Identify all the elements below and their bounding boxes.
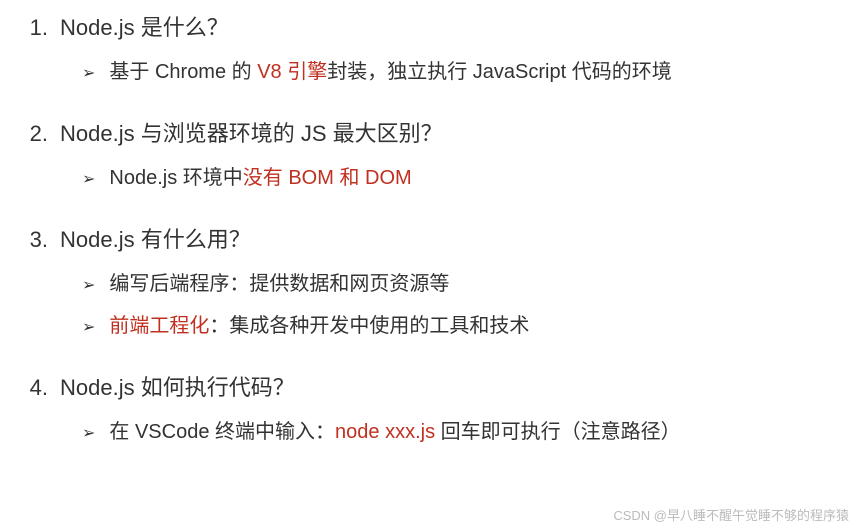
item-number: 2. — [20, 121, 60, 147]
sublist: ➢ 编写后端程序：提供数据和网页资源等 ➢ 前端工程化：集成各种开发中使用的工具和技术 — [82, 268, 841, 342]
sublist: ➢ Node.js 环境中没有 BOM 和 DOM — [82, 162, 841, 194]
sub-text: 基于 Chrome 的 V8 引擎封装，独立执行 JavaScript 代码的环… — [109, 56, 671, 88]
sub-item: ➢ 在 VSCode 终端中输入：node xxx.js 回车即可执行（注意路径） — [82, 416, 841, 448]
sub-item: ➢ 编写后端程序：提供数据和网页资源等 — [82, 268, 841, 300]
text-fragment: ：集成各种开发中使用的工具和技术 — [209, 315, 529, 337]
item-number: 4. — [20, 375, 60, 401]
list-item: 2.Node.js 与浏览器环境的 JS 最大区别？ — [20, 116, 841, 148]
list-item: 1.Node.js 是什么？ — [20, 10, 841, 42]
list-item: 3.Node.js 有什么用？ — [20, 222, 841, 254]
arrow-icon: ➢ — [82, 63, 95, 83]
item-title: Node.js 如何执行代码？ — [60, 370, 295, 402]
sub-item: ➢ 前端工程化：集成各种开发中使用的工具和技术 — [82, 310, 841, 342]
text-fragment: 基于 Chrome 的 — [109, 61, 257, 83]
sub-text: 编写后端程序：提供数据和网页资源等 — [109, 268, 449, 300]
sub-item: ➢ Node.js 环境中没有 BOM 和 DOM — [82, 162, 841, 194]
sublist: ➢ 在 VSCode 终端中输入：node xxx.js 回车即可执行（注意路径） — [82, 416, 841, 448]
item-title: Node.js 有什么用？ — [60, 222, 251, 254]
highlighted-text: 没有 BOM 和 DOM — [243, 167, 412, 189]
text-fragment: 编写后端程序：提供数据和网页资源等 — [109, 273, 449, 295]
arrow-icon: ➢ — [82, 423, 95, 443]
sub-text: 前端工程化：集成各种开发中使用的工具和技术 — [109, 310, 529, 342]
sublist: ➢ 基于 Chrome 的 V8 引擎封装，独立执行 JavaScript 代码的… — [82, 56, 841, 88]
text-fragment: 封装，独立执行 JavaScript 代码的环境 — [327, 61, 671, 83]
arrow-icon: ➢ — [82, 275, 95, 295]
list-item: 4.Node.js 如何执行代码？ — [20, 370, 841, 402]
watermark: CSDN @早八睡不醒午觉睡不够的程序猿 — [613, 505, 849, 524]
item-title: Node.js 是什么？ — [60, 10, 229, 42]
highlighted-text: V8 引擎 — [257, 61, 327, 83]
item-title: Node.js 与浏览器环境的 JS 最大区别？ — [60, 116, 443, 148]
sub-text: Node.js 环境中没有 BOM 和 DOM — [109, 162, 411, 194]
text-fragment: Node.js 环境中 — [109, 167, 242, 189]
highlighted-text: 前端工程化 — [109, 315, 209, 337]
document-content: 1.Node.js 是什么？ ➢ 基于 Chrome 的 V8 引擎封装，独立执行 … — [20, 10, 841, 448]
item-number: 1. — [20, 15, 60, 41]
highlighted-text: node xxx.js — [335, 421, 435, 443]
sub-item: ➢ 基于 Chrome 的 V8 引擎封装，独立执行 JavaScript 代码的… — [82, 56, 841, 88]
item-number: 3. — [20, 227, 60, 253]
text-fragment: 在 VSCode 终端中输入： — [109, 421, 335, 443]
sub-text: 在 VSCode 终端中输入：node xxx.js 回车即可执行（注意路径） — [109, 416, 680, 448]
arrow-icon: ➢ — [82, 317, 95, 337]
arrow-icon: ➢ — [82, 169, 95, 189]
text-fragment: 回车即可执行（注意路径） — [435, 421, 681, 443]
